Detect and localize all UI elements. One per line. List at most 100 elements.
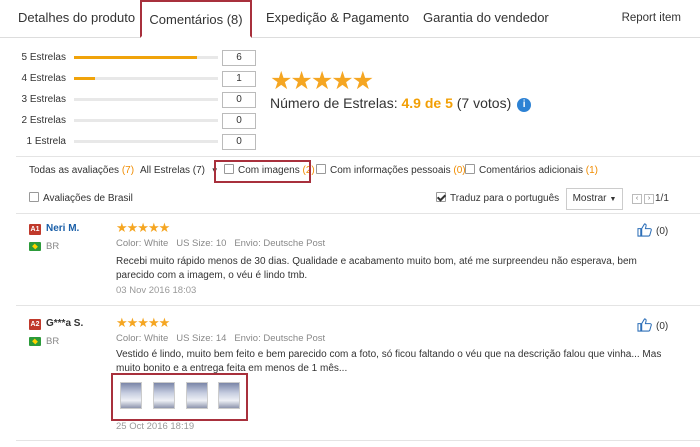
reviewer-name[interactable]: G***a S. — [46, 318, 83, 329]
distribution-bar — [74, 77, 218, 80]
report-item-link[interactable]: Report item — [622, 0, 681, 36]
shipping-value: Deutsche Post — [263, 333, 326, 344]
distribution-bar — [74, 140, 218, 143]
distribution-bar — [74, 98, 218, 101]
tab-product-details[interactable]: Detalhes do produto — [18, 0, 135, 38]
filter-brazil[interactable]: Avaliações de Brasil — [29, 185, 133, 213]
chevron-down-icon: ▼ — [609, 196, 617, 203]
review-photo[interactable] — [218, 382, 240, 409]
vote-count: (7 votos) — [456, 95, 512, 111]
divider — [16, 213, 700, 214]
reviewer-country: BR — [46, 336, 60, 347]
average-label: Número de Estrelas: — [270, 95, 398, 111]
reviewer-name[interactable]: Neri M. — [46, 223, 79, 234]
tab-reviews[interactable]: Comentários (8) — [140, 0, 252, 38]
like-button[interactable]: (0) — [637, 318, 668, 332]
review-photo[interactable] — [186, 382, 208, 409]
divider — [16, 440, 700, 441]
filter-bar: Todas as avaliações (7) All Estrelas (7)… — [0, 157, 700, 185]
page-indicator: 1/1 — [655, 193, 669, 204]
size-label: US Size: — [176, 333, 214, 344]
brazil-flag-icon — [29, 242, 41, 251]
additional-comments-label: Comentários adicionais — [479, 165, 583, 176]
rank-badge: A1 — [29, 224, 41, 235]
sort-select[interactable]: Mostrar ▼ — [566, 188, 623, 210]
size-value: 10 — [215, 238, 227, 249]
filter-all-label: Todas as avaliações — [29, 165, 120, 176]
checkbox-translate[interactable] — [436, 192, 446, 202]
distribution-label: 3 Estrelas — [21, 94, 66, 105]
like-count: (0) — [656, 226, 669, 237]
tab-seller-guarantee[interactable]: Garantia do vendedor — [423, 0, 549, 38]
stars-select-value: All Estrelas (7) — [140, 165, 206, 176]
review-stars: ★★★★★ — [116, 220, 170, 235]
additional-comments-count: (1) — [585, 165, 598, 176]
color-value: White — [143, 333, 169, 344]
review-meta: Color: White US Size: 14 Envio: Deutsche… — [116, 333, 325, 344]
review-meta: Color: White US Size: 10 Envio: Deutsche… — [116, 238, 325, 249]
review-text: Vestido é lindo, muito bem feito e bem p… — [116, 349, 662, 374]
stars-filter-select[interactable]: All Estrelas (7) ▼ — [140, 157, 219, 185]
average-stars: ★★★★★ — [270, 67, 374, 95]
distribution-bar — [74, 56, 218, 59]
highlight-box-with-images — [214, 160, 311, 183]
distribution-count: 0 — [222, 92, 256, 108]
review-date: 25 Oct 2016 18:19 — [116, 421, 195, 432]
distribution-row[interactable]: 5 Estrelas 6 — [0, 50, 700, 66]
distribution-count: 1 — [222, 71, 256, 87]
brazil-flag-icon — [29, 337, 41, 346]
translate-toggle[interactable]: Traduz para o português — [436, 185, 559, 213]
rank-badge: A2 — [29, 319, 41, 330]
like-count: (0) — [656, 321, 669, 332]
distribution-count: 6 — [222, 50, 256, 66]
distribution-row[interactable]: 1 Estrela 0 — [0, 134, 700, 150]
review-photo[interactable] — [153, 382, 175, 409]
sort-select-value: Mostrar — [572, 193, 607, 204]
color-label: Color: — [116, 238, 142, 249]
checkbox-additional-comments[interactable] — [465, 164, 475, 174]
tab-bar: Detalhes do produto Comentários (8) Expe… — [0, 0, 700, 38]
filter-additional-comments[interactable]: Comentários adicionais (1) — [465, 157, 598, 185]
distribution-label: 5 Estrelas — [21, 52, 66, 63]
divider — [16, 305, 700, 306]
distribution-count: 0 — [222, 113, 256, 129]
average-score: 4.9 de 5 — [401, 95, 453, 111]
distribution-label: 4 Estrelas — [21, 73, 66, 84]
shipping-label: Envio: — [234, 333, 261, 344]
shipping-label: Envio: — [234, 238, 261, 249]
review-stars: ★★★★★ — [116, 315, 170, 330]
filter-personal-info[interactable]: Com informações pessoais (0) — [316, 157, 466, 185]
distribution-bar-fill — [74, 77, 95, 80]
distribution-count: 0 — [222, 134, 256, 150]
shipping-value: Deutsche Post — [263, 238, 326, 249]
checkbox-brazil[interactable] — [29, 192, 39, 202]
brazil-label: Avaliações de Brasil — [43, 193, 133, 204]
like-button[interactable]: (0) — [637, 223, 668, 237]
review-date: 03 Nov 2016 18:03 — [116, 285, 197, 296]
filter-all-reviews[interactable]: Todas as avaliações (7) — [29, 157, 134, 185]
color-value: White — [143, 238, 169, 249]
translate-label: Traduz para o português — [450, 193, 560, 204]
thumbs-up-icon — [637, 318, 652, 332]
thumbs-up-icon — [637, 223, 652, 237]
personal-info-count: (0) — [453, 165, 466, 176]
filter-bar-secondary: Avaliações de Brasil Traduz para o portu… — [0, 185, 700, 213]
color-label: Color: — [116, 333, 142, 344]
reviewer-country: BR — [46, 241, 60, 252]
size-label: US Size: — [176, 238, 214, 249]
average-rating: Número de Estrelas: 4.9 de 5 (7 votos) i — [270, 95, 532, 112]
size-value: 14 — [215, 333, 227, 344]
next-page-icon[interactable]: › — [644, 194, 654, 204]
distribution-row[interactable]: 2 Estrelas 0 — [0, 113, 700, 129]
distribution-label: 2 Estrelas — [21, 115, 66, 126]
review-photo[interactable] — [120, 382, 142, 409]
distribution-label: 1 Estrela — [26, 136, 66, 147]
distribution-bar-fill — [74, 56, 198, 59]
distribution-bar — [74, 119, 218, 122]
tab-shipping-payment[interactable]: Expedição & Pagamento — [266, 0, 409, 38]
info-icon[interactable]: i — [517, 98, 532, 112]
personal-info-label: Com informações pessoais — [330, 165, 451, 176]
filter-all-count: (7) — [121, 165, 135, 176]
prev-page-icon[interactable]: ‹ — [632, 194, 642, 204]
checkbox-personal-info[interactable] — [316, 164, 326, 174]
